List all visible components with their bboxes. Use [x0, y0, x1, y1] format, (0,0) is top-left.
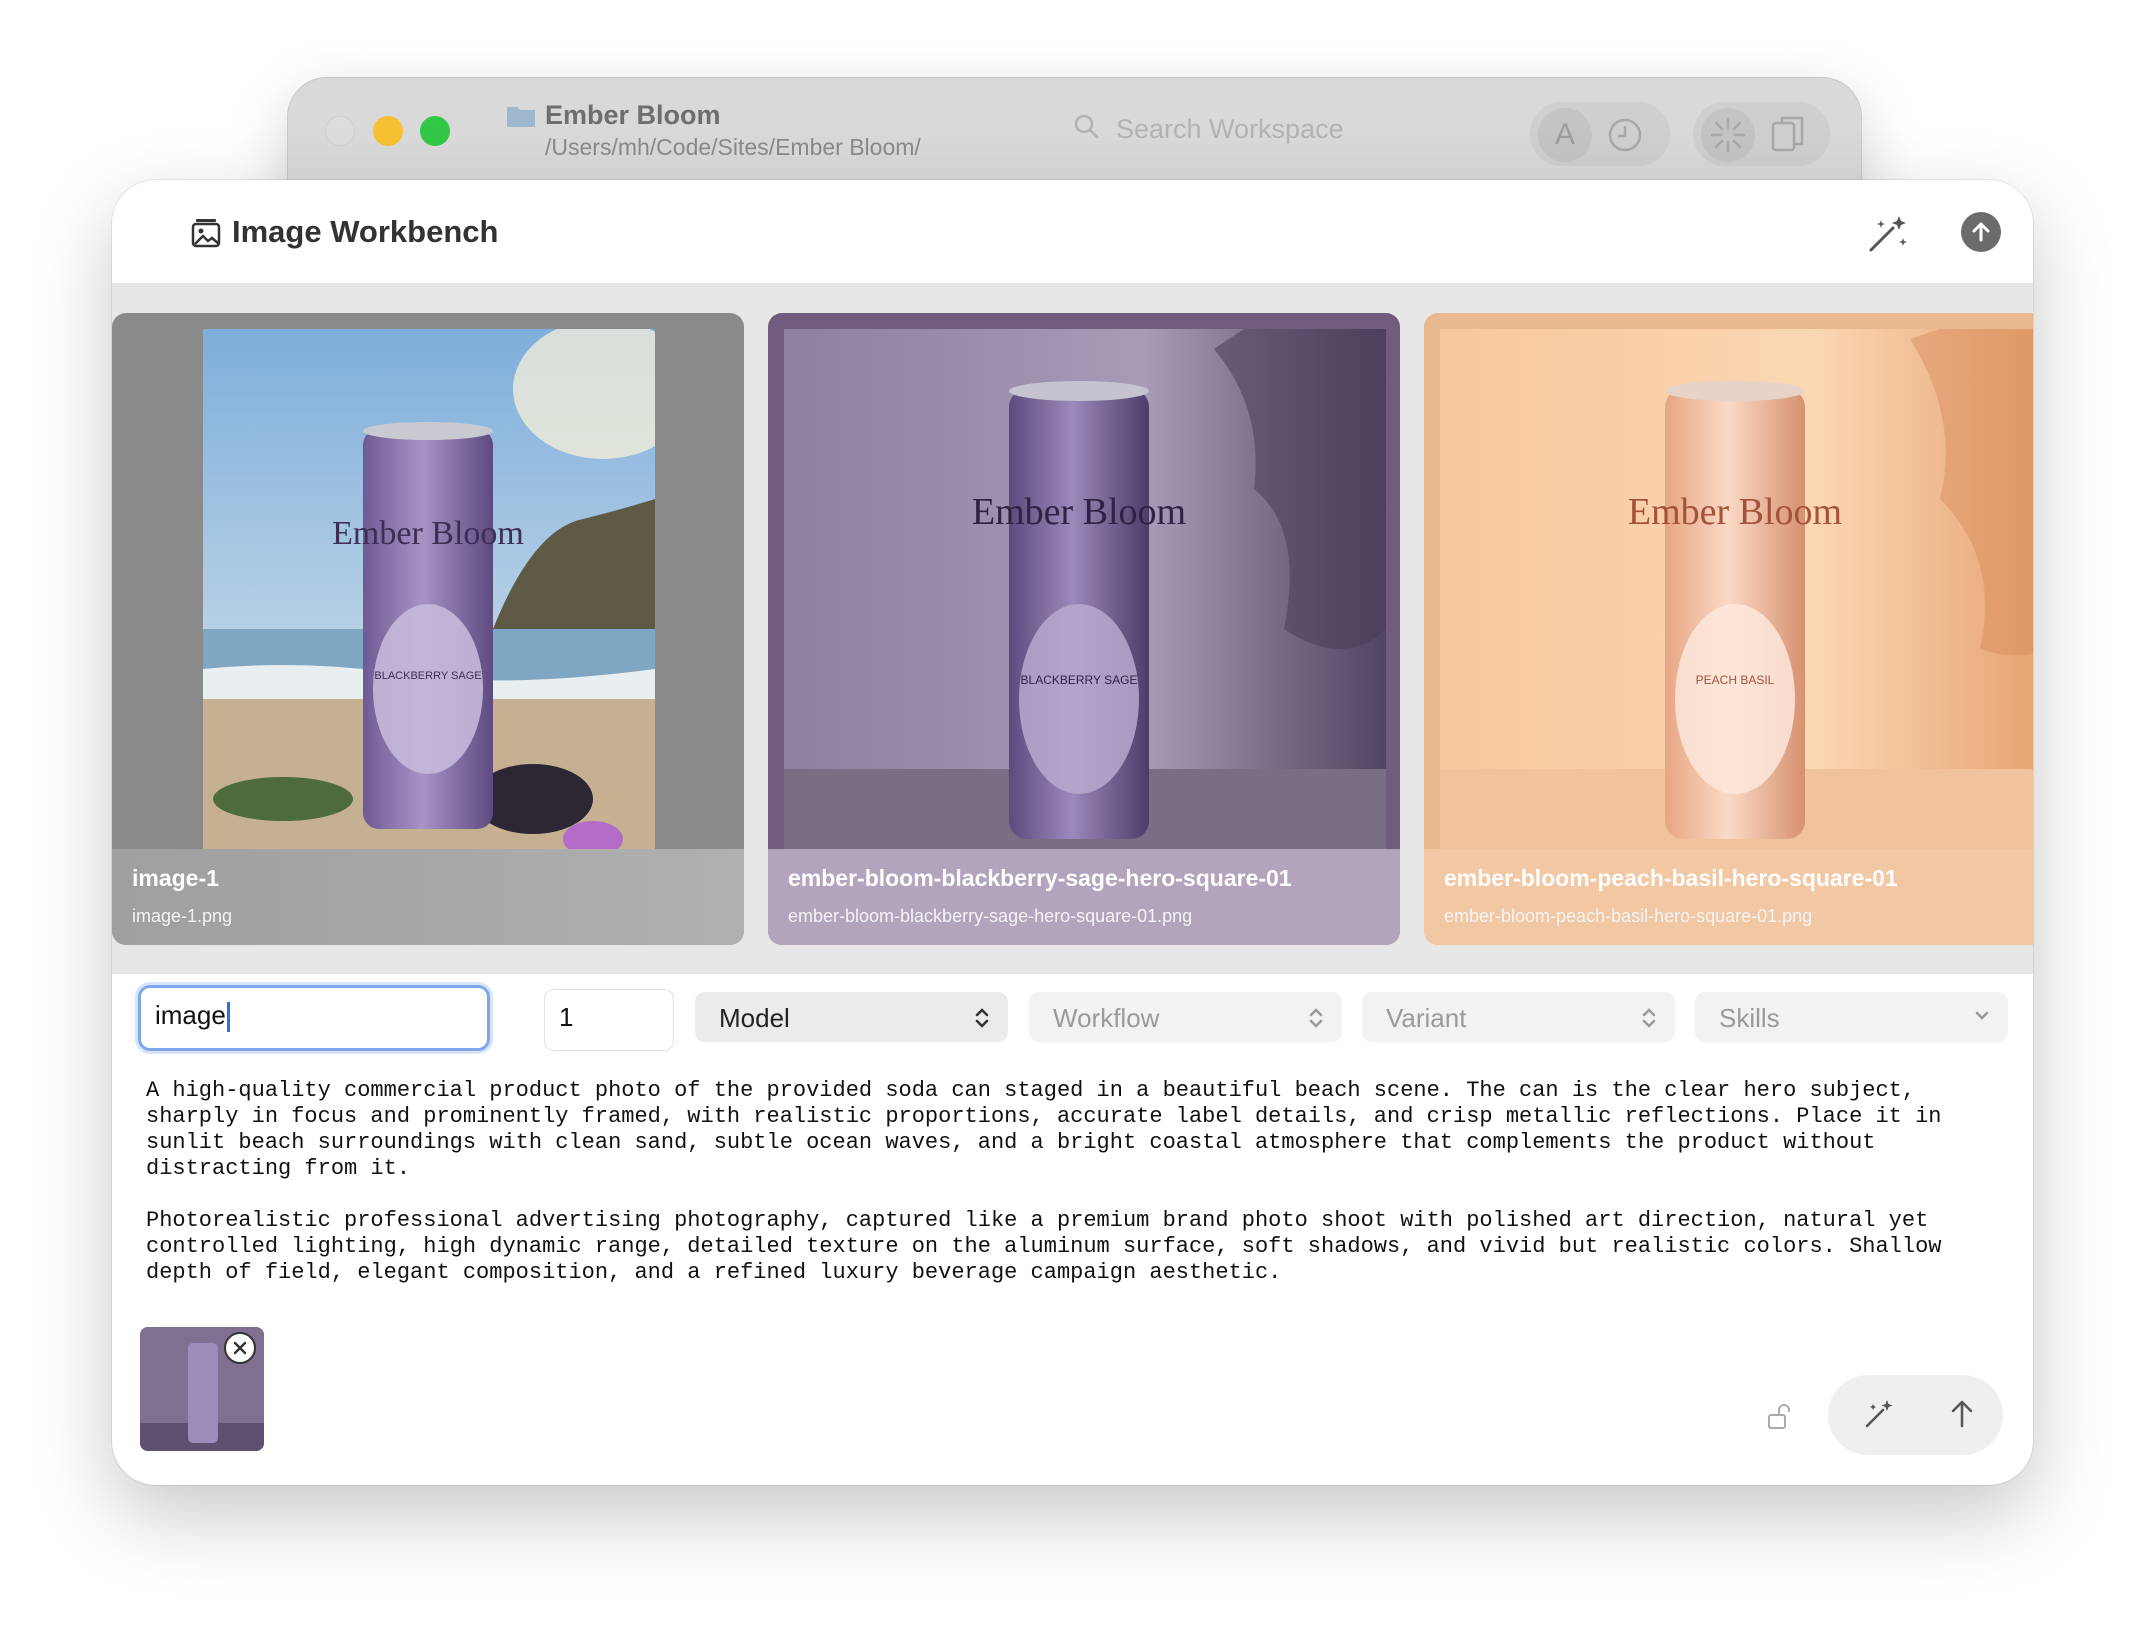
chevron-up-down-icon — [1642, 1008, 1656, 1028]
variant-select-label: Variant — [1386, 1003, 1467, 1033]
close-icon — [233, 1341, 247, 1355]
workbench-header: Image Workbench — [112, 180, 2033, 284]
project-name: Ember Bloom — [545, 100, 721, 130]
search-workspace-input[interactable]: Search Workspace — [1116, 114, 1344, 145]
magic-wand-icon[interactable] — [1861, 1396, 1897, 1432]
text-caret — [226, 1002, 230, 1033]
image-gallery: Ember Bloom BLACKBERRY SAGE image-1 imag… — [112, 284, 2033, 974]
peach-product-image: Ember Bloom PEACH BASIL — [1440, 329, 2033, 849]
card-filename: ember-bloom-peach-basil-hero-square-01.p… — [1444, 906, 1813, 926]
copy-icon[interactable] — [1770, 114, 1806, 154]
purple-product-image: Ember Bloom BLACKBERRY SAGE — [784, 329, 1386, 849]
magic-wand-icon[interactable] — [1867, 214, 1911, 254]
arrow-up-icon — [1972, 222, 1990, 242]
card-title: ember-bloom-blackberry-sage-hero-square-… — [788, 865, 1292, 891]
can-flavor-text: BLACKBERRY SAGE — [1021, 673, 1138, 687]
gallery-card[interactable]: Ember Bloom BLACKBERRY SAGE image-1 imag… — [112, 313, 744, 945]
card-filename: image-1.png — [132, 906, 233, 926]
gallery-card[interactable]: Ember Bloom BLACKBERRY SAGE ember-bloom-… — [768, 313, 1400, 945]
avatar[interactable]: A — [1538, 108, 1592, 162]
card-title: ember-bloom-peach-basil-hero-square-01 — [1444, 865, 1898, 891]
count-input[interactable]: 1 — [544, 989, 674, 1051]
card-caption: ember-bloom-peach-basil-hero-square-01 e… — [1424, 849, 2033, 945]
skills-select[interactable]: Skills — [1695, 992, 2008, 1042]
name-input[interactable]: image — [138, 985, 490, 1051]
close-window-button[interactable] — [325, 116, 355, 146]
upload-button[interactable] — [1961, 212, 2001, 252]
image-stack-icon — [191, 219, 221, 248]
send-arrow-up-icon[interactable] — [1944, 1396, 1980, 1432]
unlock-icon[interactable] — [1767, 1402, 1793, 1430]
chevron-up-down-icon — [975, 1008, 989, 1028]
search-icon — [1074, 114, 1099, 139]
card-filename: ember-bloom-blackberry-sage-hero-square-… — [788, 906, 1193, 926]
gallery-card[interactable]: Ember Bloom PEACH BASIL ember-bloom-peac… — [1424, 313, 2033, 945]
can-brand-text: Ember Bloom — [1628, 491, 1842, 533]
remove-reference-button[interactable] — [224, 1332, 256, 1364]
name-input-value: image — [155, 1000, 226, 1030]
can-flavor-text: PEACH BASIL — [1696, 673, 1775, 687]
beach-product-image: Ember Bloom BLACKBERRY SAGE — [203, 329, 655, 849]
card-caption: ember-bloom-blackberry-sage-hero-square-… — [768, 849, 1400, 945]
model-select[interactable]: Model — [695, 992, 1008, 1042]
folder-icon — [507, 107, 535, 127]
workflow-select-label: Workflow — [1053, 1003, 1160, 1033]
variant-select[interactable]: Variant — [1362, 992, 1675, 1042]
can-flavor-text: BLACKBERRY SAGE — [374, 670, 481, 682]
maximize-window-button[interactable] — [420, 116, 450, 146]
model-select-label: Model — [719, 1003, 790, 1033]
minimize-window-button[interactable] — [373, 116, 403, 146]
page-title: Image Workbench — [232, 214, 499, 249]
chevron-up-down-icon — [1309, 1008, 1323, 1028]
chevron-down-icon — [1975, 1011, 1989, 1020]
card-title: image-1 — [132, 865, 219, 891]
prompt-textarea[interactable]: A high-quality commercial product photo … — [146, 1078, 2006, 1286]
can-brand-text: Ember Bloom — [332, 515, 524, 552]
image-workbench-window: Image Workbench Ember Bloom BLACKBERRY S… — [112, 180, 2033, 1485]
history-icon[interactable] — [1606, 116, 1644, 154]
project-path: /Users/mh/Code/Sites/Ember Bloom/ — [545, 134, 921, 160]
can-brand-text: Ember Bloom — [972, 491, 1186, 533]
skills-select-label: Skills — [1719, 1003, 1780, 1033]
sparkle-icon[interactable] — [1701, 108, 1755, 162]
workflow-select[interactable]: Workflow — [1029, 992, 1342, 1042]
card-caption: image-1 image-1.png — [112, 849, 744, 945]
